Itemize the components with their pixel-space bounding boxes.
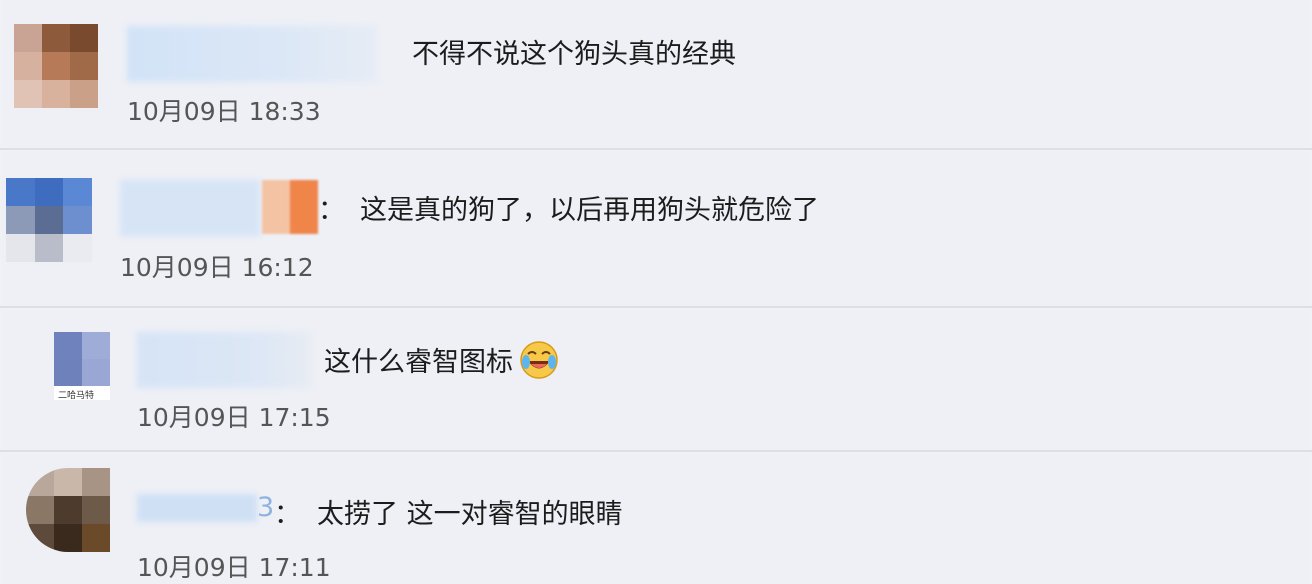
comment-text: 不得不说这个狗头真的经典	[412, 39, 736, 70]
user-badge-icon	[262, 180, 318, 234]
laugh-cry-icon	[519, 340, 559, 387]
comment-text: 这什么睿智图标	[324, 340, 559, 387]
comment-prefix: ：	[274, 499, 301, 530]
comment-text: 这是真的狗了，以后再用狗头就危险了	[360, 195, 819, 226]
comment-timestamp: 10月09日 17:11	[137, 553, 331, 582]
username-blurred[interactable]	[137, 332, 312, 388]
divider	[0, 450, 1312, 452]
divider	[0, 306, 1312, 308]
comment-item: 不得不说这个狗头真的经典 10月09日 18:33	[2, 0, 1310, 148]
username-tail: 3	[257, 492, 275, 523]
avatar-caption: 二哈马特	[58, 391, 95, 401]
comment-timestamp: 10月09日 16:12	[120, 253, 314, 282]
comment-text: 太捞了 这一对睿智的眼睛	[317, 499, 623, 530]
comment-item: 3 ： 太捞了 这一对睿智的眼睛 10月09日 17:11	[2, 454, 1310, 584]
comment-text-content: 这什么睿智图标	[324, 347, 513, 378]
username-blurred[interactable]	[120, 180, 260, 236]
comment-timestamp: 10月09日 18:33	[127, 97, 321, 126]
comment-prefix: ：	[318, 195, 345, 226]
divider	[0, 148, 1312, 150]
username-blurred[interactable]	[137, 494, 257, 522]
comment-timestamp: 10月09日 17:15	[137, 403, 331, 432]
avatar[interactable]	[14, 24, 98, 108]
avatar[interactable]	[6, 178, 92, 262]
comment-item: ： 这是真的狗了，以后再用狗头就危险了 10月09日 16:12	[2, 152, 1310, 306]
username-blurred[interactable]	[127, 26, 377, 82]
avatar[interactable]	[26, 468, 110, 552]
comment-item: 二哈马特 这什么睿智图标 10月09日 17:15	[2, 310, 1310, 450]
